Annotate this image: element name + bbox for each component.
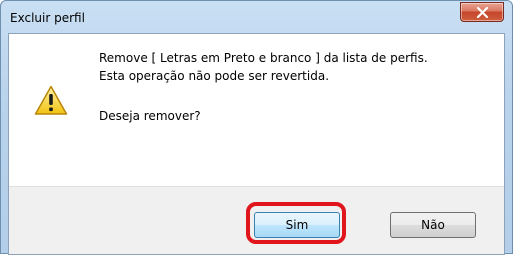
- dialog-window: Excluir perfil Remove [ Letras em Preto …: [0, 0, 513, 255]
- dialog-question: Deseja remover?: [99, 109, 201, 123]
- close-button[interactable]: [460, 2, 504, 22]
- highlight-annotation: [246, 202, 346, 244]
- close-icon: [476, 7, 489, 18]
- warning-icon: [34, 85, 68, 115]
- dialog-title: Excluir perfil: [10, 11, 85, 25]
- dialog-body: Remove [ Letras em Preto e branco ] da l…: [8, 33, 505, 255]
- dialog-message: Remove [ Letras em Preto e branco ] da l…: [99, 49, 428, 85]
- message-line-1: Remove [ Letras em Preto e branco ] da l…: [99, 51, 428, 65]
- button-bar: Sim Não: [9, 186, 504, 254]
- message-line-2: Esta operação não pode ser revertida.: [99, 69, 330, 83]
- no-button[interactable]: Não: [390, 212, 476, 238]
- title-bar[interactable]: Excluir perfil: [1, 1, 512, 33]
